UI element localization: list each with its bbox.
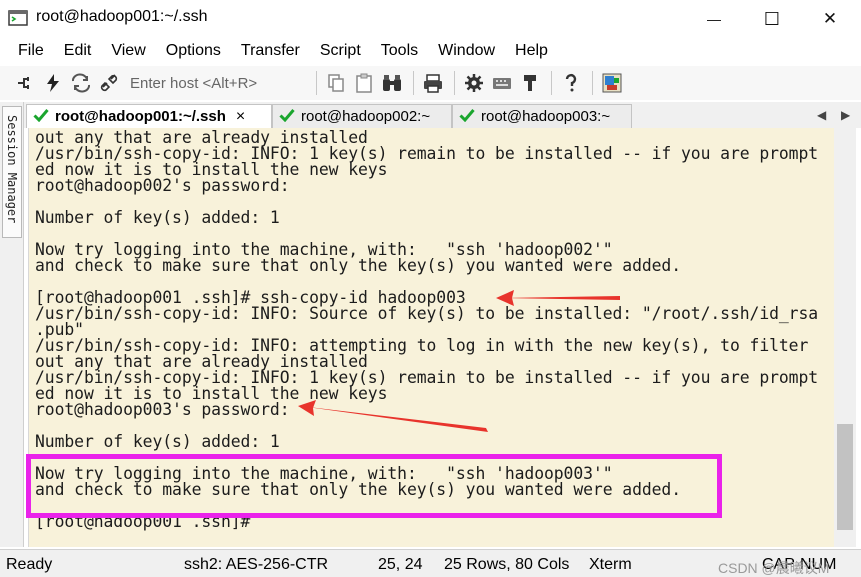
arrow-annotation [298,400,316,416]
highlight-box [26,454,722,518]
status-terminal-type: Xterm [589,556,632,573]
status-ready: Ready [6,556,53,573]
arrow-annotation [498,296,620,300]
arrow-annotation [300,406,488,432]
status-cursor: 25, 24 [378,556,423,573]
status-cipher: ssh2: AES-256-CTR [184,556,329,573]
status-size: 25 Rows, 80 Cols [444,556,570,573]
status-bar: Ready ssh2: AES-256-CTR 25, 24 25 Rows, … [0,549,861,577]
watermark: CSDN @晨曦议M [718,560,830,576]
arrow-annotation [496,290,514,306]
